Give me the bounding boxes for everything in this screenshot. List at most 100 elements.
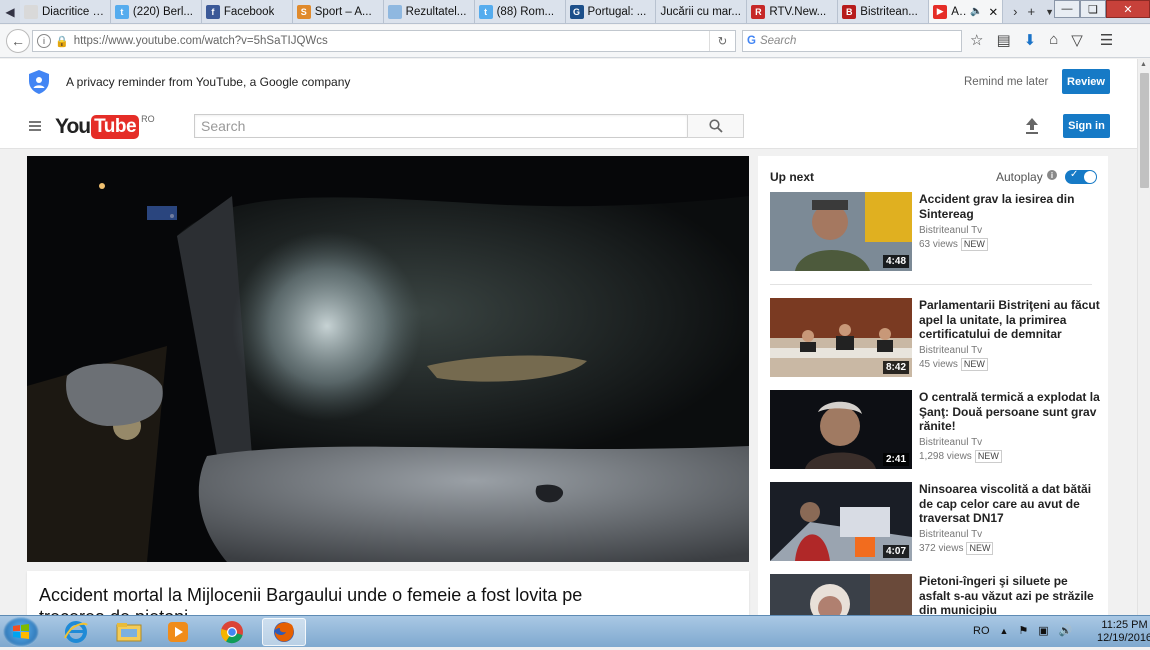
facebook-icon: f	[205, 4, 220, 19]
autoplay-label: Autoplay	[996, 170, 1043, 184]
rtv-icon: R	[751, 4, 766, 19]
up-next-sidebar: Up next Autoplay i ✓ 4:48 Accident grav …	[758, 156, 1108, 616]
internet-explorer-icon[interactable]	[54, 618, 98, 646]
suggested-video[interactable]: Pietoni-îngeri şi siluete pe asfalt s-au…	[770, 574, 1102, 616]
autoplay-toggle[interactable]: ✓	[1065, 169, 1097, 184]
clock-time: 11:25 PM	[1101, 619, 1148, 631]
network-icon[interactable]: ▣	[1038, 624, 1048, 637]
home-icon[interactable]: ⌂	[1049, 31, 1058, 49]
video-title-link[interactable]: Accident grav la iesirea din Sintereag	[919, 192, 1101, 221]
clock-date: 12/19/2016	[1097, 632, 1150, 644]
browser-tab[interactable]: B Bistritean...	[838, 0, 930, 23]
video-frame	[27, 156, 749, 562]
video-title-link[interactable]: O centrală termică a explodat la Şanţ: D…	[919, 390, 1101, 434]
video-duration: 8:42	[882, 361, 909, 374]
back-arrow-icon[interactable]: ←	[6, 29, 30, 53]
page-icon	[387, 4, 402, 19]
page-scrollbar[interactable]: ▲	[1137, 59, 1150, 615]
video-thumbnail[interactable]: 2:41	[770, 390, 912, 469]
maximize-icon[interactable]: ❏	[1080, 0, 1106, 18]
search-button[interactable]	[687, 114, 744, 138]
info-icon[interactable]: i	[1047, 170, 1057, 180]
channel-name[interactable]: Bistriteanul Tv	[919, 529, 1101, 540]
tab-list-icon[interactable]: ▼	[1045, 7, 1054, 17]
tray-expand-icon[interactable]: ▲	[1000, 626, 1009, 636]
video-title-link[interactable]: Pietoni-îngeri şi siluete pe asfalt s-au…	[919, 574, 1101, 616]
navigation-bar: ← i 🔒 https://www.youtube.com/watch?v=5h…	[0, 25, 1150, 58]
reading-list-icon[interactable]: ▤	[996, 31, 1010, 49]
suggested-video[interactable]: 4:48 Accident grav la iesirea din Sinter…	[770, 192, 1102, 274]
video-duration: 4:07	[882, 545, 909, 558]
guide-menu-icon[interactable]	[29, 121, 41, 131]
pocket-icon[interactable]: ▽	[1071, 31, 1083, 49]
browser-tab-active[interactable]: ▶A...🔈✕	[929, 0, 1004, 23]
search-icon	[708, 119, 723, 133]
video-title-card: Accident mortal la Mijlocenii Bargaului …	[27, 571, 749, 627]
firefox-icon[interactable]	[262, 618, 306, 646]
channel-name[interactable]: Bistriteanul Tv	[919, 345, 1101, 356]
view-count: 372 views	[919, 542, 964, 554]
file-explorer-icon[interactable]	[107, 618, 151, 646]
close-tab-icon[interactable]: ✕	[989, 5, 999, 19]
suggested-video[interactable]: 8:42 Parlamentarii Bistriţeni au făcut a…	[770, 298, 1102, 380]
video-title-link[interactable]: Parlamentarii Bistriţeni au făcut apel l…	[919, 298, 1101, 342]
language-indicator[interactable]: RO	[973, 625, 990, 637]
video-thumbnail[interactable]: 8:42	[770, 298, 912, 377]
url-text[interactable]: https://www.youtube.com/watch?v=5hSaTIJQ…	[74, 35, 328, 47]
tab-scroll-right-icon[interactable]: ›	[1013, 4, 1017, 19]
volume-icon[interactable]: 🔊	[1059, 624, 1073, 637]
new-badge: NEW	[966, 541, 994, 555]
browser-tab[interactable]: Jucării cu mar...	[656, 0, 748, 23]
channel-name[interactable]: Bistriteanul Tv	[919, 225, 1101, 236]
browser-tab[interactable]: f Facebook	[201, 0, 293, 23]
browser-tab[interactable]: t (220) Berl...	[110, 0, 202, 23]
browser-tab[interactable]: Rezultatel...	[383, 0, 475, 23]
video-thumbnail[interactable]: 4:07	[770, 482, 912, 561]
scrollbar-thumb[interactable]	[1140, 73, 1149, 188]
browser-tab[interactable]: S Sport – A...	[292, 0, 384, 23]
video-thumbnail[interactable]: 4:48	[770, 192, 912, 271]
google-icon: G	[747, 35, 756, 47]
speaker-icon[interactable]: 🔈	[970, 6, 982, 17]
browser-search-input[interactable]: G Search	[742, 30, 962, 52]
window-close-icon[interactable]: ✕	[1106, 0, 1150, 18]
system-tray: RO ▲ ⚑ ▣ 🔊	[973, 624, 1073, 638]
review-button[interactable]: Review	[1062, 69, 1110, 94]
suggested-video[interactable]: 4:07 Ninsoarea viscolită a dat bătăi de …	[770, 482, 1102, 564]
menu-icon[interactable]: ☰	[1100, 31, 1113, 49]
lock-icon[interactable]: 🔒	[55, 35, 69, 48]
sign-in-button[interactable]: Sign in	[1063, 114, 1110, 138]
remind-later-button[interactable]: Remind me later	[964, 76, 1048, 88]
suggested-video[interactable]: 2:41 O centrală termică a explodat la Şa…	[770, 390, 1102, 472]
flag-icon[interactable]: ⚑	[1018, 624, 1028, 637]
video-thumbnail[interactable]	[770, 574, 912, 616]
reload-icon[interactable]: ↻	[709, 31, 735, 51]
youtube-logo[interactable]: You Tube RO	[55, 114, 155, 139]
minimize-icon[interactable]: —	[1054, 0, 1080, 18]
video-title-link[interactable]: Ninsoarea viscolită a dat bătăi de cap c…	[919, 482, 1101, 526]
youtube-icon: ▶	[933, 4, 948, 19]
browser-tab[interactable]: Diacritice (ăâî...	[19, 0, 111, 23]
bookmark-star-icon[interactable]: ☆	[970, 31, 983, 49]
new-badge: NEW	[960, 238, 988, 251]
scroll-up-icon[interactable]: ▲	[1140, 61, 1147, 68]
search-input[interactable]: Search	[194, 114, 688, 138]
youtube-header: You Tube RO Search Sign in	[0, 105, 1137, 149]
browser-tab[interactable]: G Portugal: ...	[565, 0, 657, 23]
url-bar[interactable]: i 🔒 https://www.youtube.com/watch?v=5hSa…	[32, 30, 736, 52]
browser-tab[interactable]: R RTV.New...	[747, 0, 839, 23]
channel-name[interactable]: Bistriteanul Tv	[919, 437, 1101, 448]
start-button[interactable]	[3, 617, 39, 647]
new-tab-icon[interactable]: +	[1027, 4, 1035, 19]
windows-logo-icon	[13, 624, 29, 639]
download-icon[interactable]: ⬇	[1024, 31, 1037, 49]
video-player[interactable]	[27, 156, 749, 562]
clock[interactable]: 11:25 PM 12/19/2016	[1097, 619, 1150, 645]
tab-scroll-left-icon[interactable]: ◀	[0, 0, 20, 23]
info-icon[interactable]: i	[37, 34, 51, 48]
chrome-icon[interactable]	[210, 618, 254, 646]
browser-tab[interactable]: t (88) Rom...	[474, 0, 566, 23]
video-duration: 4:48	[882, 255, 909, 268]
media-player-icon[interactable]	[156, 618, 200, 646]
upload-icon[interactable]	[1025, 118, 1039, 134]
